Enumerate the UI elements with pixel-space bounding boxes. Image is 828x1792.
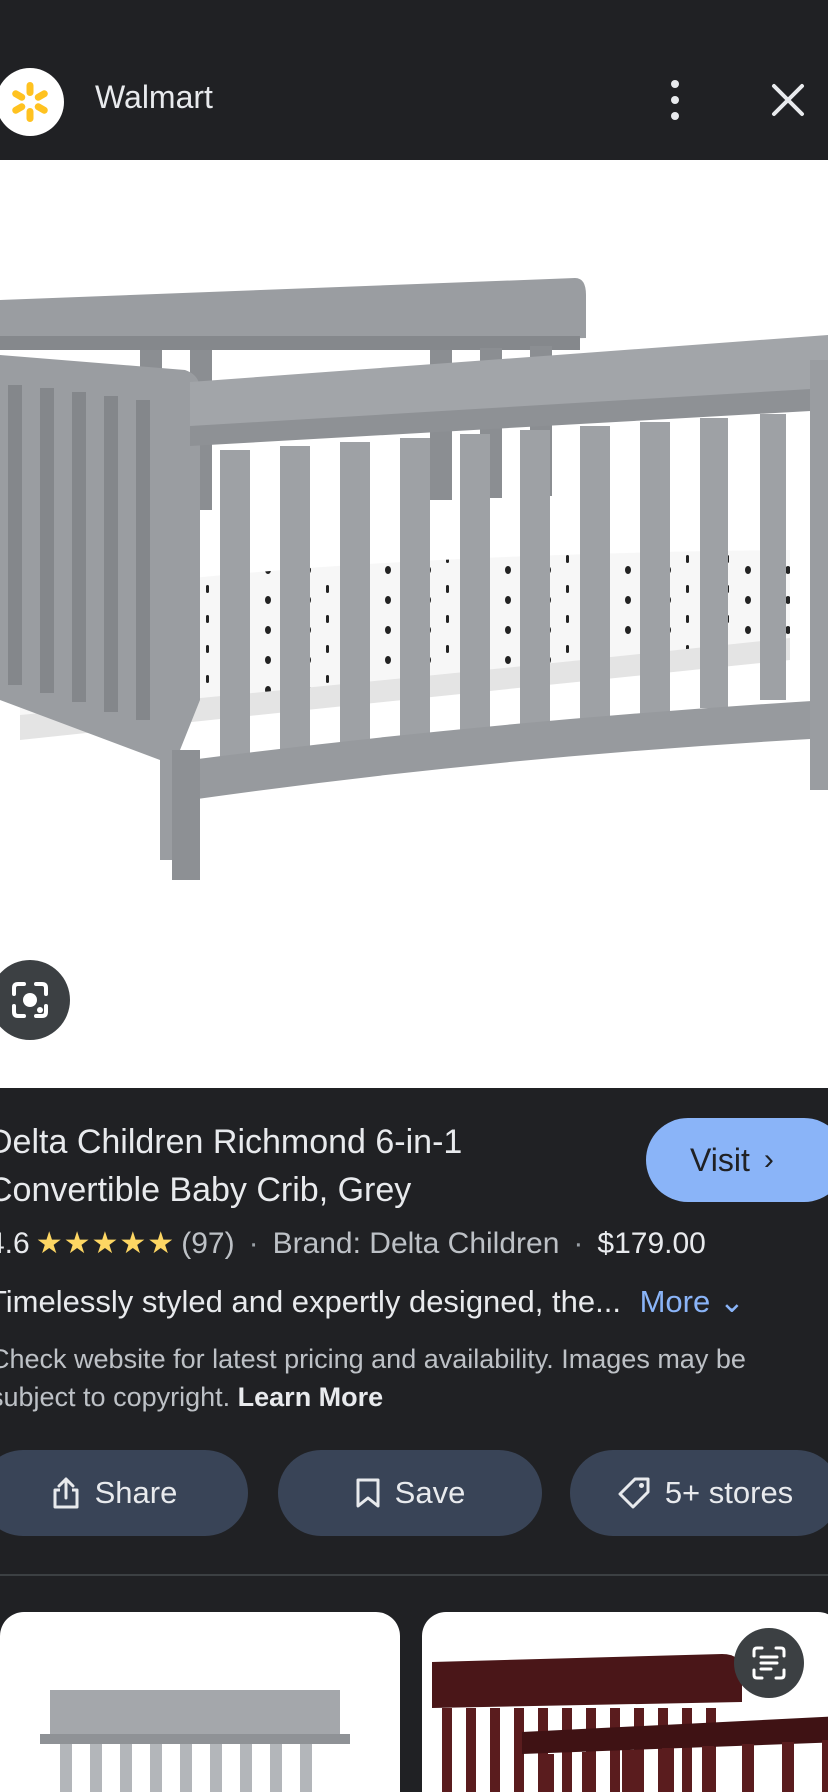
lens-icon <box>12 982 48 1018</box>
text-scan-icon <box>752 1646 786 1680</box>
grey-crib-thumbnail <box>40 1690 350 1792</box>
product-title[interactable]: Delta Children Richmond 6-in-1 Convertib… <box>0 1118 628 1214</box>
brand: Brand: Delta Children <box>272 1226 560 1260</box>
more-link[interactable]: More ⌄ <box>640 1284 745 1319</box>
visit-button[interactable]: Visit › <box>646 1118 828 1202</box>
close-icon[interactable] <box>768 80 808 120</box>
share-label: Share <box>94 1475 178 1510</box>
section-divider <box>0 1574 828 1576</box>
separator-dot: · <box>248 1226 259 1260</box>
product-meta: 4.6 ★★★★★ (97) · Brand: Delta Children ·… <box>0 1226 828 1261</box>
bookmark-icon <box>356 1478 380 1508</box>
product-description: Timelessly styled and expertly designed,… <box>0 1284 828 1320</box>
chevron-right-icon: › <box>763 1143 774 1176</box>
product-info: Delta Children Richmond 6-in-1 Convertib… <box>0 1088 828 1578</box>
disclaimer: Check website for latest pricing and ava… <box>0 1340 820 1416</box>
product-image[interactable] <box>0 160 828 1088</box>
rating-value: 4.6 <box>0 1226 30 1260</box>
share-button[interactable]: Share <box>0 1450 248 1536</box>
more-vert-icon[interactable] <box>660 76 690 124</box>
walmart-logo[interactable] <box>0 68 64 136</box>
chevron-down-icon: ⌄ <box>718 1284 745 1319</box>
stores-button[interactable]: 5+ stores <box>570 1450 828 1536</box>
text-scan-button[interactable] <box>734 1628 804 1698</box>
stores-label: 5+ stores <box>664 1475 794 1510</box>
save-label: Save <box>394 1475 466 1510</box>
learn-more-link[interactable]: Learn More <box>238 1382 384 1412</box>
walmart-spark-icon <box>12 82 48 122</box>
description-text: Timelessly styled and expertly designed,… <box>0 1284 621 1319</box>
separator-dot: · <box>573 1226 584 1260</box>
share-icon <box>53 1477 79 1509</box>
related-item-thumbnail[interactable] <box>0 1612 400 1792</box>
price: $179.00 <box>597 1226 706 1260</box>
site-name[interactable]: Walmart <box>95 79 213 116</box>
top-bar: Walmart <box>0 0 828 160</box>
visit-label: Visit <box>690 1141 750 1178</box>
crib-illustration <box>0 278 828 880</box>
star-rating: ★★★★★ <box>35 1227 176 1260</box>
tag-icon <box>618 1477 650 1509</box>
review-count[interactable]: (97) <box>181 1227 234 1261</box>
save-button[interactable]: Save <box>278 1450 542 1536</box>
